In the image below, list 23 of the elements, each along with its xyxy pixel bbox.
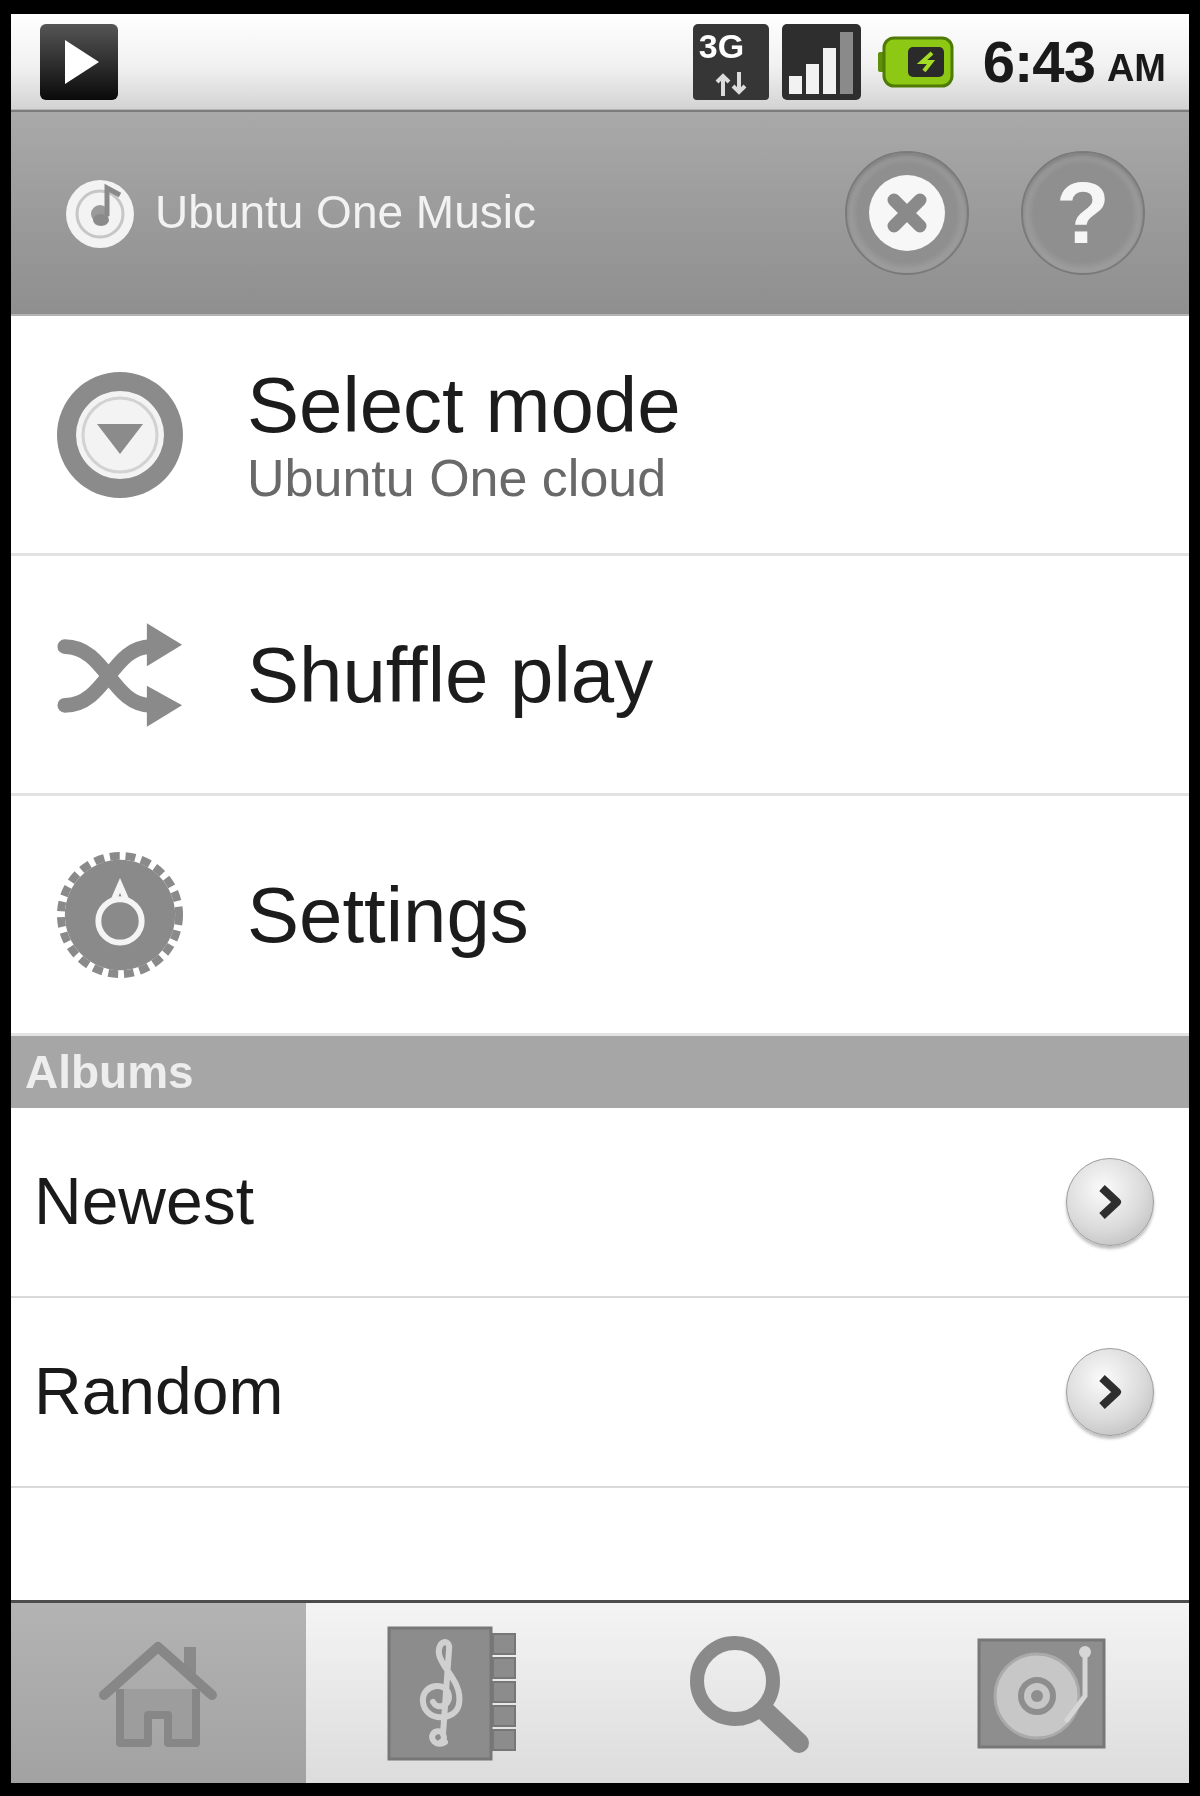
chevron-right-icon <box>1097 1374 1123 1410</box>
record-player-icon <box>977 1637 1107 1749</box>
signal-icon <box>781 23 861 100</box>
list-item-label: Newest <box>34 1163 256 1241</box>
chevron-button[interactable] <box>1066 1348 1154 1436</box>
list-item-label: Random <box>34 1353 285 1431</box>
menu-item-subtitle: Ubuntu One cloud <box>247 447 668 508</box>
data-arrows-icon <box>692 67 769 100</box>
battery-icon <box>877 35 954 88</box>
menu-item-title: Settings <box>247 871 529 958</box>
dropdown-icon <box>55 369 185 500</box>
music-book-icon <box>387 1625 519 1761</box>
chevron-right-icon <box>1097 1184 1123 1220</box>
clock-time: 6:43 <box>982 32 1095 91</box>
close-icon <box>869 175 945 251</box>
app-title: Ubuntu One Music <box>155 185 536 241</box>
chevron-button[interactable] <box>1066 1158 1154 1246</box>
section-header: Albums <box>11 1036 1189 1108</box>
clock-period: AM <box>1106 45 1166 87</box>
menu-item-title: Shuffle play <box>247 631 654 718</box>
network-type-text: 3G <box>692 23 769 68</box>
play-icon <box>40 23 118 100</box>
menu-item-title: Select mode <box>247 361 681 448</box>
